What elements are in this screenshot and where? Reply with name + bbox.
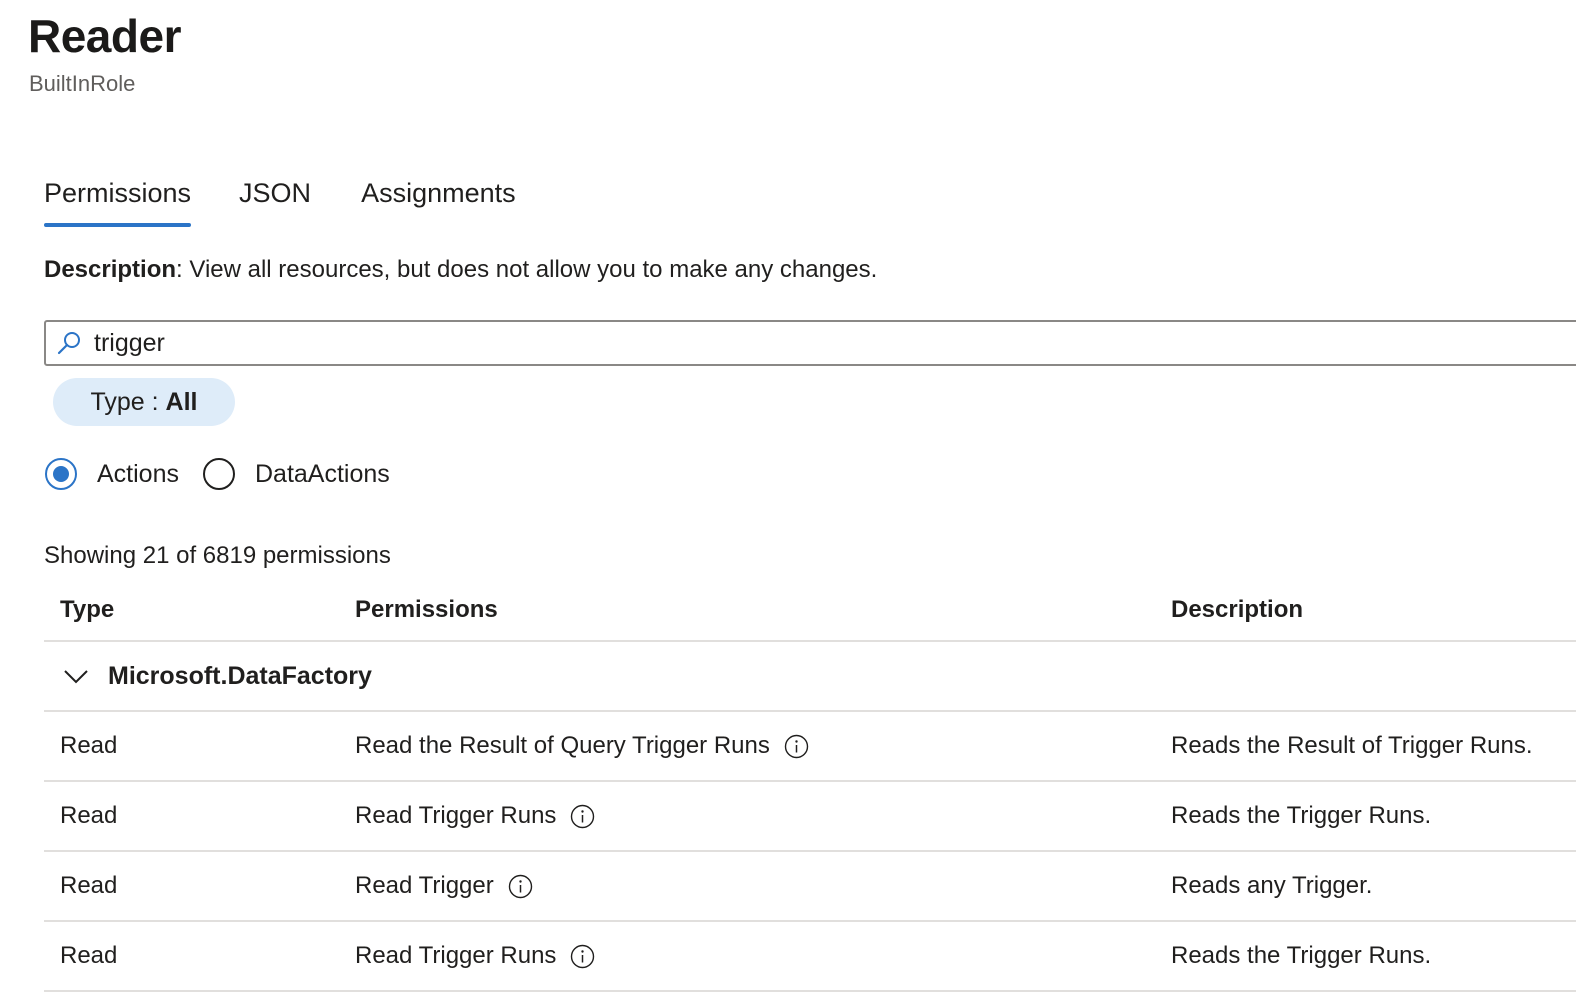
row-description: Reads any Trigger. [1171,872,1373,899]
search-box[interactable] [44,320,1576,366]
role-description: Description: View all resources, but doe… [44,253,877,287]
info-icon[interactable] [784,734,809,759]
table-row: Read Read Trigger Reads any Trigger. [44,852,1576,922]
radio-dataactions-circle[interactable] [202,458,235,490]
radio-actions-label[interactable]: Actions [97,460,179,489]
row-permission: Read the Result of Query Trigger Runs [355,732,809,760]
tab-permissions[interactable]: Permissions [44,170,192,227]
table-row: Read Read Trigger Runs Reads the Trigger… [44,922,1576,992]
column-header-permissions: Permissions [355,596,498,623]
group-label: Microsoft.DataFactory [108,661,372,690]
row-description: Reads the Trigger Runs. [1171,942,1432,969]
filter-value: All [165,388,198,416]
row-permission-label: Read Trigger Runs [355,942,557,969]
table-row: Read Read Trigger Runs Reads the Trigger… [44,782,1576,852]
row-permission-label: Read the Result of Query Trigger Runs [355,732,770,759]
group-row-microsoft-datafactory[interactable]: Microsoft.DataFactory [44,642,1576,712]
page-subtitle: BuiltInRole [29,71,136,96]
radio-dataactions-label[interactable]: DataActions [255,460,390,489]
permissions-table: Type Permissions Description Microsoft.D… [44,580,1576,992]
row-permission-label: Read Trigger [355,872,494,899]
row-permission: Read Trigger [355,872,533,900]
row-description: Reads the Result of Trigger Runs. [1171,732,1533,759]
page-title: Reader [28,10,181,62]
description-label: Description [44,256,177,283]
action-type-radio-group: Actions DataActions [45,455,414,493]
column-header-type: Type [60,596,115,623]
row-type: Read [60,942,118,969]
row-permission-label: Read Trigger Runs [355,802,557,829]
row-type: Read [60,802,118,829]
row-permission: Read Trigger Runs [355,802,595,830]
showing-count: Showing 21 of 6819 permissions [44,542,391,569]
description-separator: : [176,256,183,283]
radio-actions-circle[interactable] [45,458,77,490]
tab-bar: Permissions JSON Assignments [44,170,564,227]
table-row: Read Read the Result of Query Trigger Ru… [44,712,1576,782]
table-header: Type Permissions Description [44,580,1576,642]
search-input[interactable] [94,323,1494,363]
filter-label: Type : [90,388,166,416]
search-icon [56,330,82,356]
row-permission: Read Trigger Runs [355,942,595,970]
info-icon[interactable] [570,804,595,829]
row-description: Reads the Trigger Runs. [1171,802,1432,829]
type-filter-pill[interactable]: Type : All [53,378,235,426]
tab-assignments[interactable]: Assignments [361,170,516,227]
tab-json[interactable]: JSON [239,170,311,227]
column-header-description: Description [1171,596,1304,623]
radio-actions[interactable]: Actions [45,458,179,490]
row-type: Read [60,872,118,899]
chevron-down-icon[interactable] [62,662,90,690]
info-icon[interactable] [570,944,595,969]
info-icon[interactable] [508,874,533,899]
radio-dataactions[interactable]: DataActions [202,458,390,490]
description-text: View all resources, but does not allow y… [182,256,878,283]
row-type: Read [60,732,118,759]
